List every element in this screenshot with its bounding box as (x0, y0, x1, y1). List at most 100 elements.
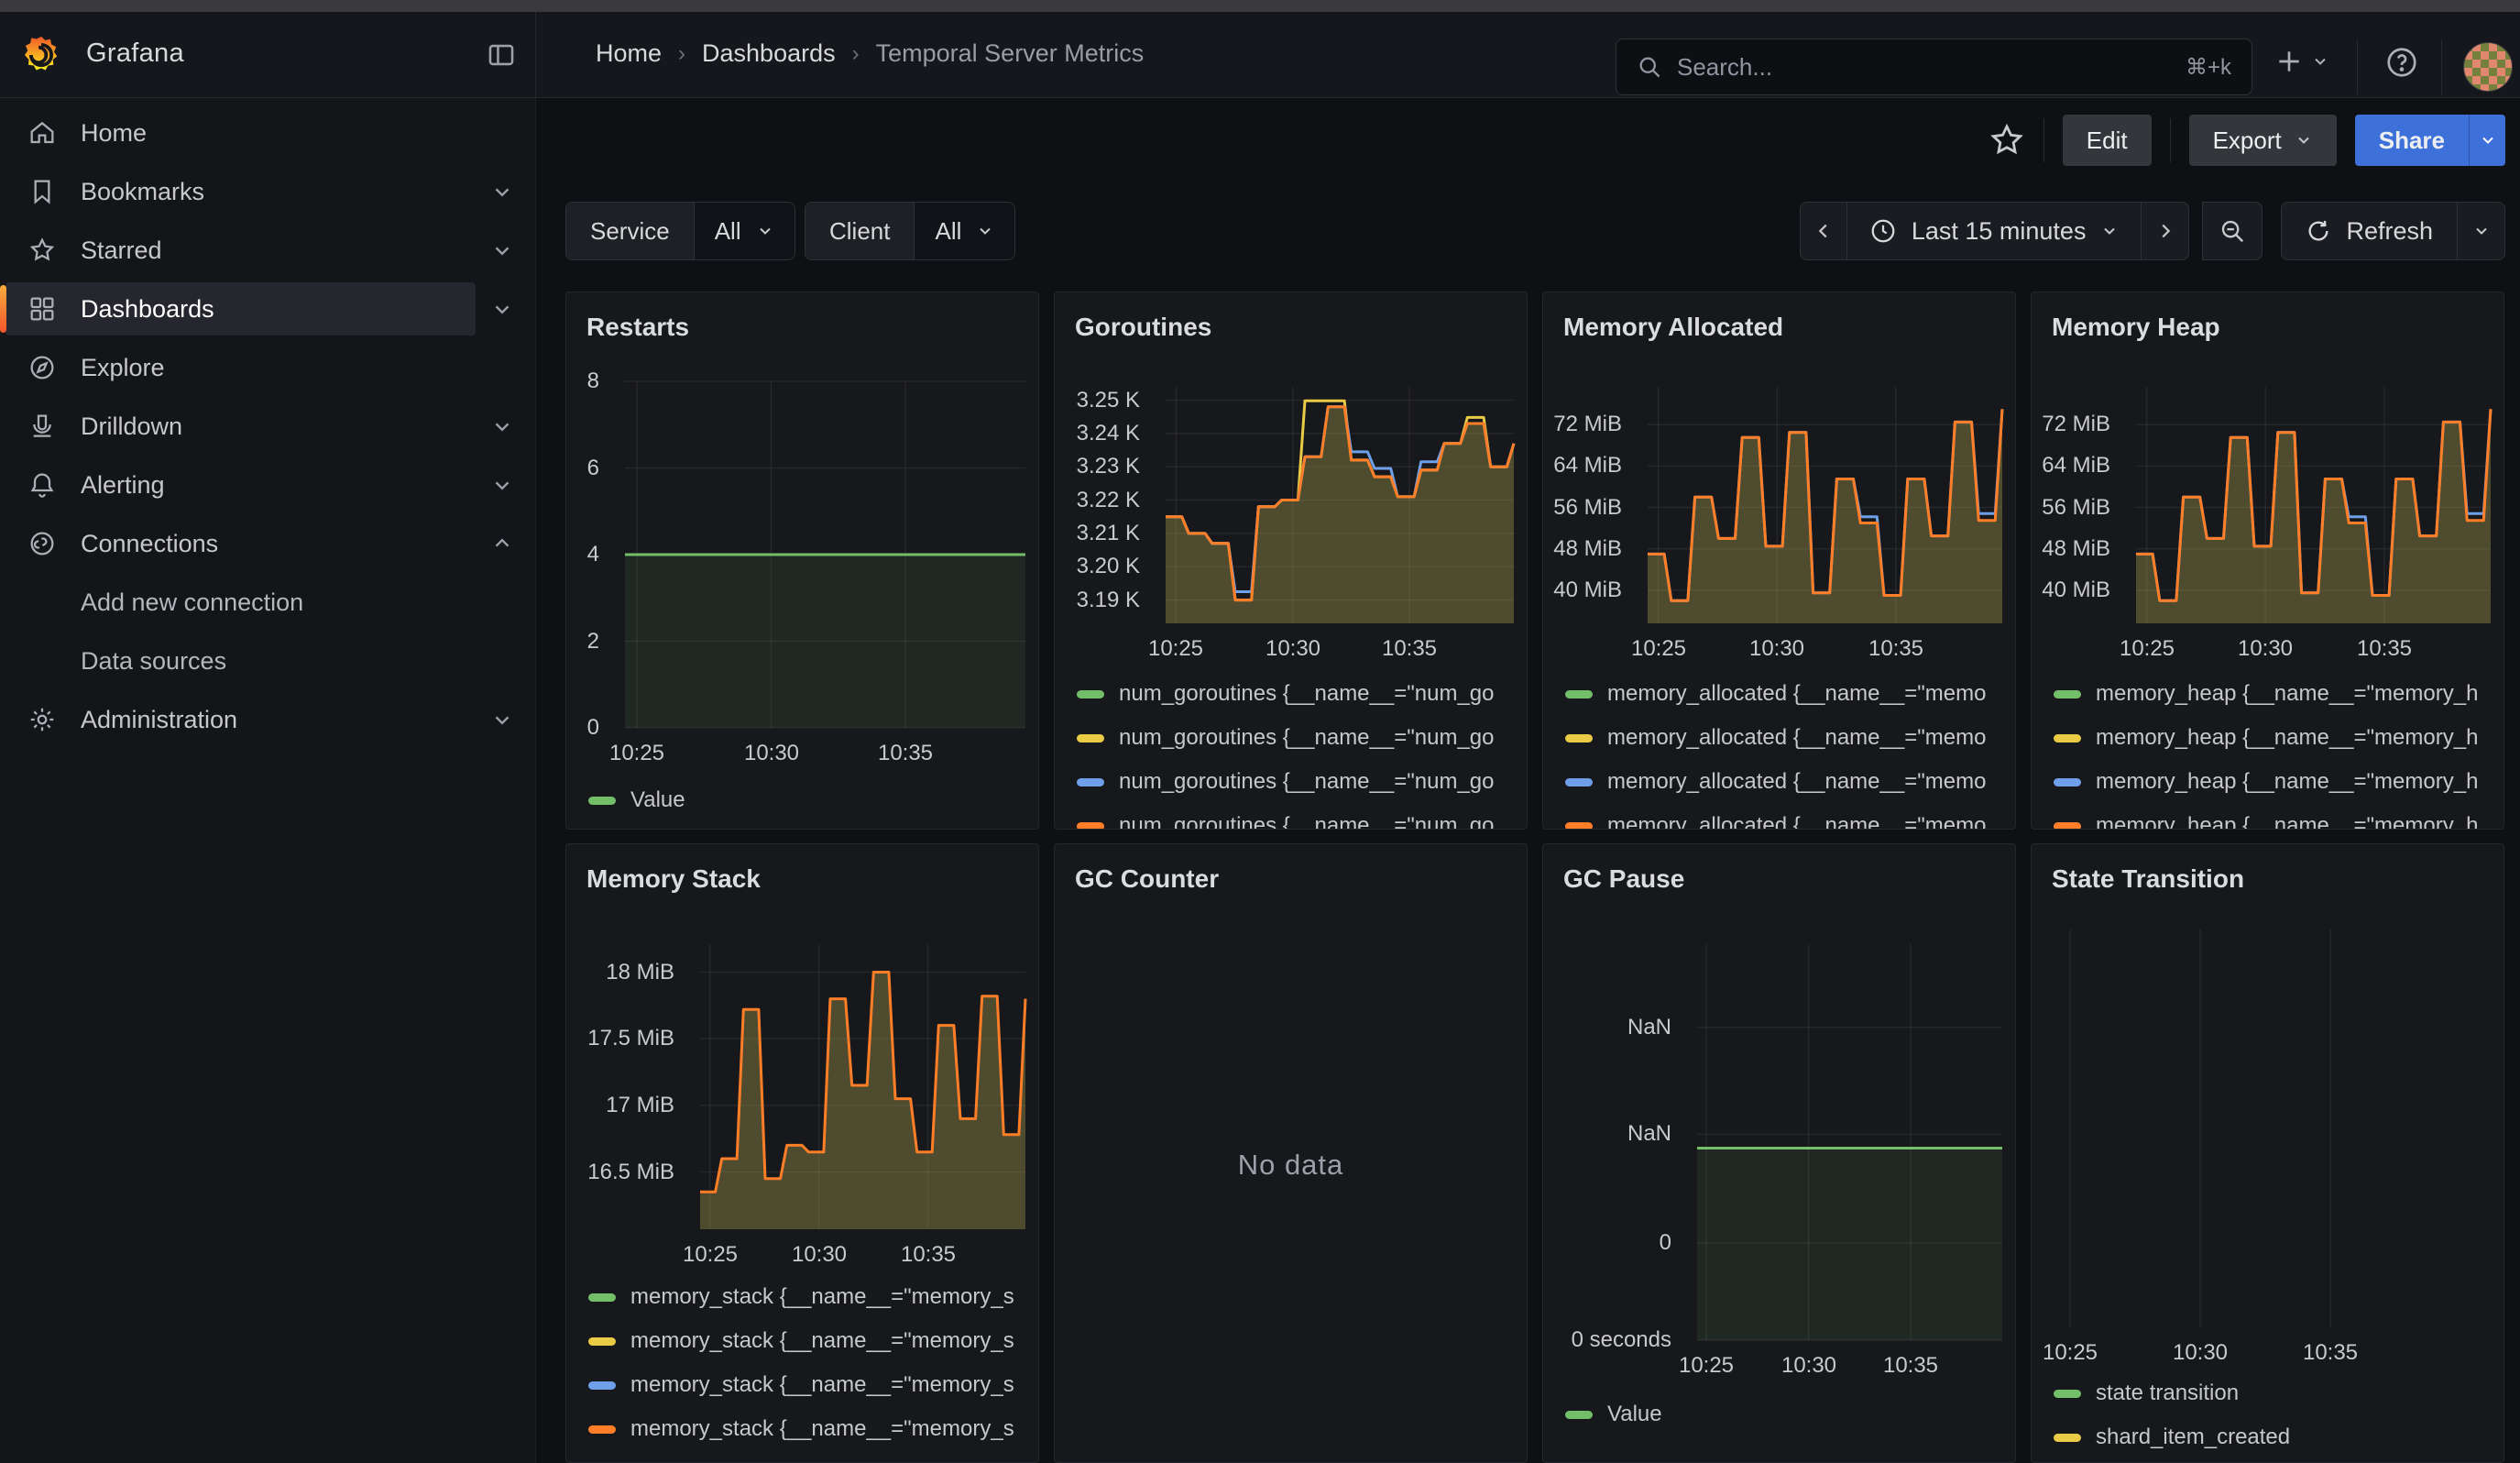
chart-state-transition[interactable] (2033, 930, 2491, 1327)
x-tick-label: 10:35 (2280, 1340, 2381, 1366)
refresh-button[interactable]: Refresh (2281, 202, 2458, 260)
legend-series-label: memory_heap {__name__="memory_h (2096, 681, 2478, 707)
sidebar-item-alerting[interactable]: Alerting (0, 456, 535, 514)
sidebar-item-drilldown[interactable]: Drilldown (0, 397, 535, 456)
sidebar-item-connections[interactable]: Connections (0, 514, 535, 573)
client-variable-value[interactable]: All (915, 203, 1014, 259)
chart-memory-allocated[interactable] (1648, 387, 2002, 623)
y-tick-label: 0 seconds (1552, 1327, 1671, 1353)
legend-item[interactable]: Value (588, 778, 1031, 822)
sidebar-item-add-new-connection[interactable]: Add new connection (0, 573, 535, 632)
panel-title-memory-allocated[interactable]: Memory Allocated (1563, 313, 1783, 342)
sidebar-item-label: Add new connection (81, 588, 303, 617)
y-tick-label: 17.5 MiB (575, 1026, 674, 1051)
legend-item[interactable]: memory_heap {__name__="memory_h (2054, 672, 2496, 716)
sidebar-item-starred[interactable]: Starred (0, 221, 535, 280)
help-button[interactable] (2384, 45, 2419, 80)
edit-button[interactable]: Edit (2063, 115, 2152, 166)
legend-item[interactable]: num_goroutines {__name__="num_go (1077, 804, 1519, 830)
panel-title-memory-heap[interactable]: Memory Heap (2052, 313, 2220, 342)
grafana-logo-icon[interactable] (20, 34, 62, 76)
sidebar-item-home[interactable]: Home (0, 104, 535, 162)
sidebar-item-explore[interactable]: Explore (0, 338, 535, 397)
panel-title-restarts[interactable]: Restarts (586, 313, 689, 342)
chevron-up-icon[interactable] (490, 532, 514, 556)
chevron-left-icon (1813, 221, 1834, 241)
legend-series-label: state transition (2096, 1380, 2239, 1406)
y-tick-label: 0 (575, 715, 599, 741)
sidebar-item-label: Bookmarks (81, 178, 204, 206)
zoom-out-icon (2219, 217, 2246, 245)
x-tick-label: 10:30 (2150, 1340, 2251, 1366)
time-range-picker[interactable]: Last 15 minutes (1847, 202, 2142, 260)
legend-item[interactable]: memory_allocated {__name__="memo (1565, 672, 2008, 716)
chart-memory-heap[interactable] (2136, 387, 2491, 623)
legend-item[interactable]: memory_allocated {__name__="memo (1565, 760, 2008, 804)
export-button[interactable]: Export (2189, 115, 2337, 166)
panel-title-gc-pause[interactable]: GC Pause (1563, 864, 1684, 894)
legend-item[interactable]: num_goroutines {__name__="num_go (1077, 672, 1519, 716)
chevron-down-icon[interactable] (490, 473, 514, 497)
panel-title-gc-counter[interactable]: GC Counter (1075, 864, 1219, 894)
legend-item[interactable]: memory_heap {__name__="memory_h (2054, 804, 2496, 830)
legend-item[interactable]: memory_stack {__name__="memory_s (588, 1363, 1031, 1407)
time-shift-back-button[interactable] (1800, 202, 1847, 260)
y-tick-label: 8 (575, 368, 599, 394)
legend-item[interactable]: memory_allocated {__name__="memo (1565, 716, 2008, 760)
refresh-icon (2306, 218, 2331, 244)
chevron-down-icon[interactable] (490, 297, 514, 321)
breadcrumb-home[interactable]: Home (596, 39, 662, 68)
panel-title-goroutines[interactable]: Goroutines (1075, 313, 1211, 342)
y-tick-label: 48 MiB (2041, 536, 2110, 562)
sidebar-item-label: Dashboards (81, 295, 214, 324)
user-avatar[interactable] (2463, 42, 2513, 92)
sidebar-item-administration[interactable]: Administration (0, 690, 535, 749)
legend-item[interactable]: state transition (2054, 1371, 2496, 1415)
service-variable-value[interactable]: All (695, 203, 794, 259)
chart-restarts[interactable] (625, 381, 1025, 728)
panel-title-memory-stack[interactable]: Memory Stack (586, 864, 761, 894)
favorite-star-icon[interactable] (1989, 122, 2025, 159)
legend-series-label: num_goroutines {__name__="num_go (1119, 769, 1495, 795)
legend-item[interactable]: Value (1565, 1392, 2008, 1436)
panel-gc-counter: GC CounterNo data (1054, 843, 1528, 1463)
export-label: Export (2213, 126, 2282, 155)
legend-item[interactable]: memory_stack {__name__="memory_s (588, 1407, 1031, 1451)
breadcrumb-dashboards[interactable]: Dashboards (702, 39, 836, 68)
drilldown-icon (27, 412, 57, 441)
legend-item[interactable]: memory_allocated {__name__="memo (1565, 804, 2008, 830)
x-tick-label: 10:35 (2334, 636, 2435, 662)
chevron-down-icon (2295, 131, 2313, 149)
sidebar-item-bookmarks[interactable]: Bookmarks (0, 162, 535, 221)
y-tick-label: 3.20 K (1064, 554, 1140, 579)
refresh-interval-dropdown[interactable] (2458, 202, 2505, 260)
share-button[interactable]: Share (2355, 115, 2469, 166)
legend-series-label: num_goroutines {__name__="num_go (1119, 813, 1495, 830)
share-dropdown-button[interactable] (2469, 115, 2505, 166)
legend-item[interactable]: shard_item_created (2054, 1415, 2496, 1459)
search-box[interactable]: ⌘+k (1616, 38, 2252, 95)
chevron-down-icon[interactable] (490, 180, 514, 204)
legend-item[interactable]: memory_stack {__name__="memory_s (588, 1319, 1031, 1363)
x-tick-label: 10:25 (2031, 1340, 2120, 1366)
add-button[interactable] (2274, 47, 2329, 76)
time-shift-forward-button[interactable] (2142, 202, 2189, 260)
chevron-down-icon[interactable] (490, 414, 514, 438)
x-tick-label: 10:35 (1860, 1353, 1961, 1379)
chevron-down-icon[interactable] (490, 708, 514, 732)
legend-item[interactable]: num_goroutines {__name__="num_go (1077, 760, 1519, 804)
search-input[interactable] (1677, 53, 2171, 82)
legend-item[interactable]: memory_heap {__name__="memory_h (2054, 760, 2496, 804)
chart-goroutines[interactable] (1166, 387, 1514, 623)
chevron-down-icon[interactable] (490, 238, 514, 262)
chart-memory-stack[interactable] (700, 944, 1025, 1229)
sidebar-item-data-sources[interactable]: Data sources (0, 632, 535, 690)
legend-item[interactable]: memory_heap {__name__="memory_h (2054, 716, 2496, 760)
sidebar-item-dashboards[interactable]: Dashboards (0, 280, 535, 338)
zoom-out-button[interactable] (2202, 202, 2263, 260)
panel-title-state-transition[interactable]: State Transition (2052, 864, 2244, 894)
legend-item[interactable]: num_goroutines {__name__="num_go (1077, 716, 1519, 760)
legend-item[interactable]: memory_stack {__name__="memory_s (588, 1275, 1031, 1319)
chart-gc-pause[interactable] (1697, 944, 2002, 1340)
sidebar-toggle-icon[interactable] (486, 39, 517, 71)
